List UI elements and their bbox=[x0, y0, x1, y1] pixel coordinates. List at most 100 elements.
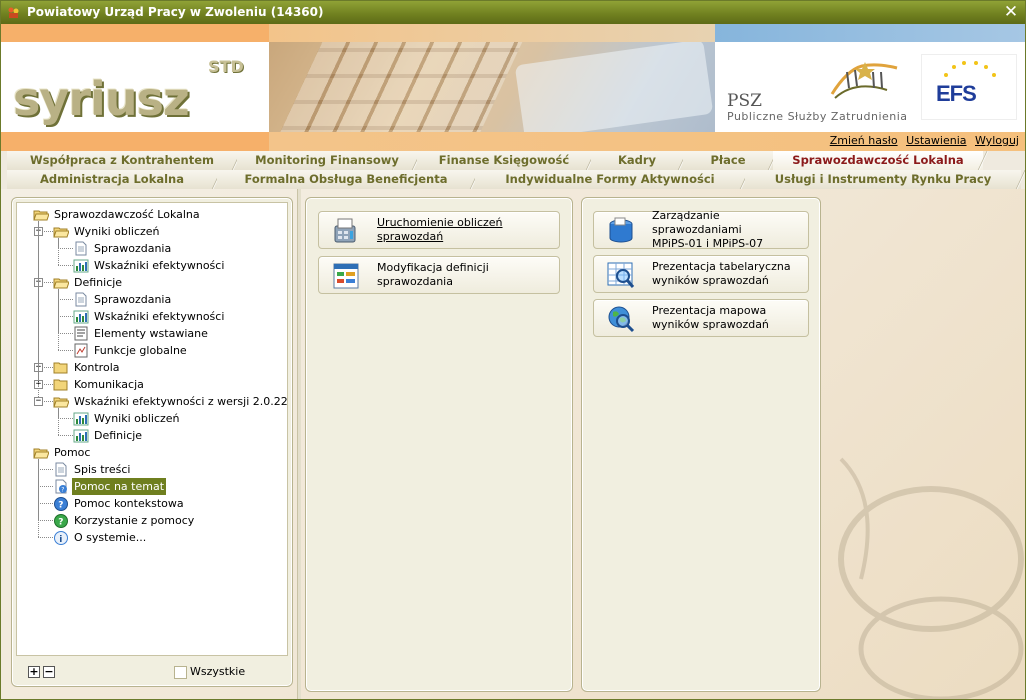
panel-splitter[interactable] bbox=[297, 189, 301, 699]
chart-icon bbox=[73, 259, 89, 273]
tabular-presentation-button[interactable]: Prezentacja tabelaryczna wyników sprawozd… bbox=[593, 255, 809, 293]
syriusz-logo: syriusz STD bbox=[1, 42, 269, 132]
tree-toolbar: + − Wszystkie bbox=[12, 660, 292, 686]
tree-connector bbox=[58, 350, 73, 351]
tree-item-label: Elementy wstawiane bbox=[94, 327, 208, 340]
tree-connector bbox=[58, 333, 73, 334]
folder-open-icon bbox=[53, 227, 69, 238]
tab-monitoring[interactable]: Monitoring Finansowy bbox=[237, 151, 423, 170]
tab-wspolpraca[interactable]: Współpraca z Kontrahentem bbox=[7, 151, 243, 170]
svg-text:?: ? bbox=[61, 486, 64, 493]
tree-item-label: Definicje bbox=[74, 276, 123, 289]
tree-connector bbox=[38, 486, 53, 487]
tree-item-label: Komunikacja bbox=[74, 378, 144, 391]
run-calculations-label: Uruchomienie obliczeń sprawozdań bbox=[377, 216, 503, 243]
tree-item-label: Wyniki obliczeń bbox=[94, 412, 180, 425]
tab-formalna-obsluga[interactable]: Formalna Obsługa Beneficjenta bbox=[217, 170, 481, 189]
tab-uslugi[interactable]: Usługi i Instrumenty Rynku Pracy bbox=[745, 170, 1025, 189]
modify-definition-button[interactable]: Modyfikacja definicji sprawozdania bbox=[318, 256, 560, 294]
document-icon bbox=[55, 462, 67, 477]
list-icon bbox=[74, 326, 88, 341]
tab-place[interactable]: Płace bbox=[683, 151, 779, 170]
modify-definition-label: Modyfikacja definicji sprawozdania bbox=[377, 261, 489, 288]
application-window: Powiatowy Urząd Pracy w Zwoleniu (14360)… bbox=[0, 0, 1026, 700]
folder-icon bbox=[53, 379, 68, 391]
svg-text:i: i bbox=[59, 535, 62, 545]
tree-connector bbox=[38, 469, 53, 470]
tree-connector bbox=[38, 503, 53, 504]
tab-sprawozdawczosc[interactable]: Sprawozdawczość Lokalna bbox=[773, 151, 989, 170]
tab-administracja[interactable]: Administracja Lokalna bbox=[7, 170, 223, 189]
tree-item-label: Pomoc bbox=[54, 446, 91, 459]
logo-edition: STD bbox=[208, 57, 244, 76]
psz-logo-area: PSZ Publiczne Służby Zatrudnienia EFS bbox=[715, 42, 1025, 132]
tree-connector bbox=[58, 265, 73, 266]
close-button[interactable]: ✕ bbox=[1001, 2, 1021, 22]
tabular-presentation-label: Prezentacja tabelaryczna wyników sprawozd… bbox=[652, 256, 791, 292]
main-area: Sprawozdawczość Lokalna Wyniki obliczeń − S… bbox=[1, 189, 1025, 699]
app-icon bbox=[8, 7, 19, 18]
tree-connector bbox=[58, 418, 73, 419]
function-icon bbox=[74, 343, 88, 358]
keyboard-image bbox=[271, 42, 527, 132]
map-presentation-label: Prezentacja mapowa wyników sprawozdań bbox=[652, 300, 769, 336]
chart-icon bbox=[73, 429, 89, 443]
eu-stars-icon bbox=[944, 61, 996, 77]
tree-item-label: O systemie... bbox=[74, 531, 147, 544]
tree-item-label: Wyniki obliczeń bbox=[74, 225, 160, 238]
tree-item-label: Funkcje globalne bbox=[94, 344, 187, 357]
collapse-all-button[interactable]: − bbox=[43, 666, 55, 678]
tree-connector bbox=[58, 408, 59, 435]
chart-icon bbox=[73, 412, 89, 426]
folder-open-icon bbox=[53, 278, 69, 289]
efs-text: EFS bbox=[936, 81, 977, 106]
module-tabs: Współpraca z Kontrahentem Monitoring Fin… bbox=[1, 151, 1025, 189]
settings-link[interactable]: Ustawienia bbox=[906, 134, 966, 147]
banner: syriusz STD PSZ Publiczne Służby Zatrudn… bbox=[1, 24, 1025, 151]
all-checkbox[interactable] bbox=[174, 666, 187, 679]
logout-link[interactable]: Wyloguj bbox=[975, 134, 1019, 147]
folder-open-icon bbox=[33, 448, 49, 459]
tree-connector bbox=[58, 435, 73, 436]
tree-item-label: Sprawozdania bbox=[94, 242, 172, 255]
tab-indywidualne-formy[interactable]: Indywidualne Formy Aktywności bbox=[475, 170, 751, 189]
tree-connector bbox=[58, 289, 59, 350]
tree-connector bbox=[38, 221, 39, 401]
manage-reports-label: Zarządzanie sprawozdaniami MPiPS-01 i MPi… bbox=[652, 209, 808, 250]
tree-connector bbox=[58, 299, 73, 300]
folder-open-icon bbox=[53, 397, 69, 408]
svg-text:?: ? bbox=[58, 518, 63, 528]
banner-stripe bbox=[1, 24, 269, 42]
title-bar[interactable]: Powiatowy Urząd Pracy w Zwoleniu (14360)… bbox=[1, 1, 1025, 24]
tab-finanse[interactable]: Finanse Księgowość bbox=[417, 151, 597, 170]
navigation-panel: Sprawozdawczość Lokalna Wyniki obliczeń − S… bbox=[11, 197, 293, 687]
tree-item-label: Spis treści bbox=[74, 463, 131, 476]
collapse-node-toggle[interactable]: − bbox=[34, 397, 43, 406]
manage-reports-line2: MPiPS-01 i MPiPS-07 bbox=[652, 237, 764, 250]
expand-all-button[interactable]: + bbox=[28, 666, 40, 678]
globe-magnifier-icon bbox=[608, 306, 635, 333]
help-topic-icon: ? bbox=[55, 479, 67, 494]
logo-text: syriusz bbox=[13, 72, 190, 126]
tree-item-label: Korzystanie z pomocy bbox=[74, 514, 195, 527]
banner-stripe bbox=[269, 24, 715, 42]
window-title: Powiatowy Urząd Pracy w Zwoleniu (14360) bbox=[27, 5, 324, 19]
tab-kadry[interactable]: Kadry bbox=[591, 151, 689, 170]
reports-panel: Zarządzanie sprawozdaniami MPiPS-01 i MPi… bbox=[581, 197, 821, 692]
tree-connector bbox=[58, 248, 73, 249]
tree-item-label: Wskaźniki efektywności bbox=[94, 310, 225, 323]
info-icon: i bbox=[54, 531, 68, 545]
navigation-tree[interactable]: Sprawozdawczość Lokalna Wyniki obliczeń − S… bbox=[16, 202, 288, 656]
run-calculations-button[interactable]: Uruchomienie obliczeń sprawozdań bbox=[318, 211, 560, 249]
papers-image bbox=[514, 42, 714, 132]
glasses-background-image bbox=[838, 457, 1024, 699]
folder-icon bbox=[53, 362, 68, 374]
tree-item-label: Pomoc na temat bbox=[72, 478, 167, 495]
report-definition-icon bbox=[333, 263, 359, 289]
manage-reports-button[interactable]: Zarządzanie sprawozdaniami MPiPS-01 i MPi… bbox=[593, 209, 809, 250]
change-password-link[interactable]: Zmień hasło bbox=[830, 134, 898, 147]
map-presentation-line2: wyników sprawozdań bbox=[652, 318, 769, 331]
actions-panel: Uruchomienie obliczeń sprawozdań Modyfik… bbox=[305, 197, 573, 692]
map-presentation-button[interactable]: Prezentacja mapowa wyników sprawozdań bbox=[593, 299, 809, 337]
tree-item-label: Sprawozdania bbox=[94, 293, 172, 306]
